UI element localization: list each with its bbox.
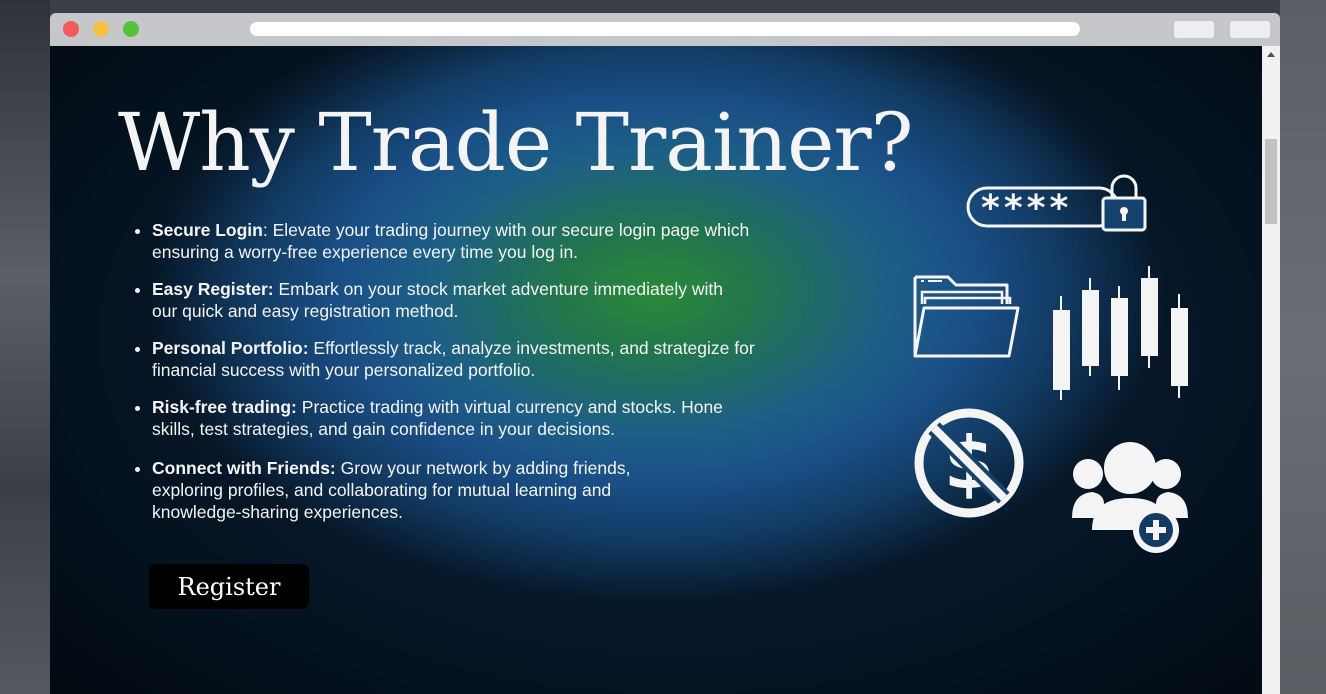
page-viewport: Why Trade Trainer? Secure Login: Elevate… (50, 46, 1262, 694)
address-bar[interactable] (250, 22, 1080, 36)
browser-titlebar (50, 13, 1280, 46)
browser-window: Why Trade Trainer? Secure Login: Elevate… (50, 13, 1280, 694)
password-lock-icon: **** (966, 174, 1147, 232)
feature-item-connect-with-friends: Connect with Friends: Grow your network … (152, 457, 682, 523)
feature-title: Easy Register: (152, 279, 274, 299)
maximize-window-button[interactable] (123, 21, 139, 37)
register-button[interactable]: Register (149, 564, 309, 609)
vertical-scrollbar[interactable] (1262, 46, 1280, 694)
feature-title: Risk-free trading: (152, 397, 297, 417)
feature-item-easy-register: Easy Register: Embark on your stock mark… (152, 278, 732, 322)
feature-item-risk-free-trading: Risk-free trading: Practice trading with… (152, 396, 742, 440)
feature-item-personal-portfolio: Personal Portfolio: Effortlessly track, … (152, 337, 792, 381)
toolbar-button[interactable] (1230, 21, 1270, 38)
minimize-window-button[interactable] (93, 21, 109, 37)
scroll-up-arrow-icon[interactable] (1267, 52, 1275, 57)
feature-title: Connect with Friends: (152, 458, 336, 478)
folder-icon (913, 275, 1020, 358)
page-title: Why Trade Trainer? (118, 96, 914, 189)
feature-title: Personal Portfolio: (152, 338, 309, 358)
scrollbar-thumb[interactable] (1265, 139, 1277, 224)
feature-item-secure-login: Secure Login: Elevate your trading journ… (152, 219, 812, 263)
svg-text:****: **** (981, 188, 1072, 229)
add-friends-icon (1072, 442, 1188, 553)
candlestick-chart-icon (1053, 266, 1188, 400)
feature-title: Secure Login (152, 220, 263, 240)
no-money-icon: $ (914, 408, 1024, 518)
close-window-button[interactable] (63, 21, 79, 37)
feature-list: Secure Login: Elevate your trading journ… (130, 219, 812, 538)
toolbar-button[interactable] (1174, 21, 1214, 38)
